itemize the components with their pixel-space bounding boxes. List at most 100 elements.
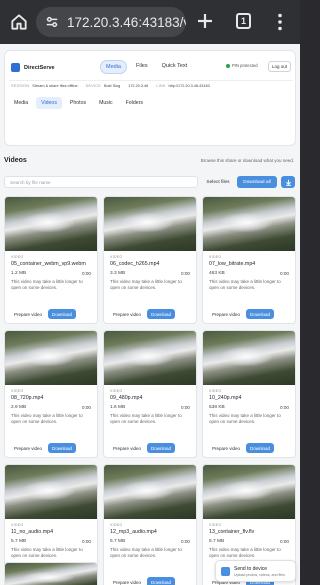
session-value: Stream & share files offline: [32, 84, 78, 88]
nav-files[interactable]: Files: [131, 60, 153, 74]
file-size: 1.6 MB: [110, 405, 126, 410]
file-size: 1.2 MB: [11, 271, 27, 276]
app-header: DirectServe Media Files Quick Text PIN p…: [4, 50, 296, 146]
file-name: 05_container_webm_vp9.webm: [11, 261, 86, 267]
type-badge: VIDEO: [11, 255, 24, 259]
file-note: This video may take a little longer to o…: [11, 279, 83, 290]
download-button[interactable]: Download: [147, 309, 175, 319]
tab-photos[interactable]: Photos: [65, 97, 91, 109]
download-button[interactable]: Download: [48, 443, 76, 453]
prepare-video-button[interactable]: Prepare video: [110, 577, 144, 585]
file-name: 09_480p.mp4: [110, 395, 143, 401]
file-note: This video may take a little longer to o…: [209, 547, 281, 558]
tab-switcher-button[interactable]: 1: [236, 13, 251, 29]
nav-quick-text[interactable]: Quick Text: [157, 60, 193, 74]
brand-name: DirectServe: [24, 64, 55, 71]
file-size: 538 KB: [209, 405, 225, 410]
type-badge: VIDEO: [11, 523, 24, 527]
type-badge: VIDEO: [209, 523, 222, 527]
file-duration: 0:00: [280, 405, 289, 410]
file-name: 06_codec_h265.mp4: [110, 261, 160, 267]
video-thumbnail[interactable]: [203, 331, 295, 385]
session-meta: SESSION Stream & share files offline DEV…: [11, 84, 295, 88]
file-duration: 0:00: [82, 539, 91, 544]
video-thumbnail[interactable]: [104, 197, 196, 251]
video-card: VIDEO 08_720p.mp4 2.9 MB 0:00 This video…: [4, 330, 98, 458]
nav-media[interactable]: Media: [100, 60, 127, 74]
prepare-video-button[interactable]: Prepare video: [11, 443, 45, 453]
video-grid: VIDEO 05_container_webm_vp9.webm 1.2 MB …: [4, 196, 296, 585]
tab-media[interactable]: Media: [9, 97, 33, 109]
new-tab-icon[interactable]: [196, 12, 214, 30]
device-value: Bold Slug: [103, 84, 121, 88]
link-label: LINK: [156, 84, 166, 88]
file-duration: 0:00: [181, 539, 190, 544]
media-subtabs: Media Videos Photos Music Folders: [9, 97, 148, 109]
download-all-button[interactable]: Download all: [237, 176, 277, 188]
file-name: 11_no_audio.mp4: [11, 529, 54, 535]
type-badge: VIDEO: [209, 389, 222, 393]
file-duration: 0:00: [181, 271, 190, 276]
video-thumbnail[interactable]: [104, 331, 196, 385]
pin-status-text: PIN protected: [232, 63, 258, 68]
file-note: This video may take a little longer to o…: [110, 413, 182, 424]
main-nav: Media Files Quick Text: [100, 60, 192, 74]
more-options-icon[interactable]: [278, 13, 282, 31]
logout-button[interactable]: Log out: [268, 61, 292, 72]
download-button[interactable]: Download: [246, 443, 274, 453]
tab-videos[interactable]: Videos: [36, 97, 62, 109]
page-content: DirectServe Media Files Quick Text PIN p…: [0, 44, 300, 585]
video-thumbnail[interactable]: [5, 197, 97, 251]
video-thumbnail[interactable]: [5, 465, 97, 519]
video-thumbnail[interactable]: [5, 331, 97, 385]
prepare-video-button[interactable]: Prepare video: [110, 443, 144, 453]
file-size: 3.3 MB: [110, 271, 126, 276]
video-card: VIDEO 05_container_webm_vp9.webm 1.2 MB …: [4, 196, 98, 324]
file-duration: 0:00: [82, 271, 91, 276]
video-card: VIDEO 07_low_bitrate.mp4 463 KB 0:00 Thi…: [202, 196, 296, 324]
site-settings-icon[interactable]: [45, 15, 59, 29]
download-button[interactable]: Download: [246, 309, 274, 319]
file-name: 13_container_flv.flv: [209, 529, 255, 535]
video-thumbnail[interactable]: [203, 197, 295, 251]
tab-folders[interactable]: Folders: [121, 97, 148, 109]
browser-toolbar: 172.20.3.46:43183/vic 1: [0, 0, 300, 44]
video-card: VIDEO 12_mp3_audio.mp4 5.7 MB 0:00 This …: [103, 464, 197, 585]
prepare-video-button[interactable]: Prepare video: [11, 309, 45, 319]
file-name: 12_mp3_audio.mp4: [110, 529, 157, 535]
video-card: VIDEO 06_codec_h265.mp4 3.3 MB 0:00 This…: [103, 196, 197, 324]
video-thumbnail[interactable]: [104, 465, 196, 519]
prepare-video-button[interactable]: Prepare video: [110, 309, 144, 319]
prepare-video-button[interactable]: Prepare video: [209, 309, 243, 319]
video-thumbnail[interactable]: [5, 563, 97, 585]
tab-music[interactable]: Music: [94, 97, 118, 109]
file-duration: 0:00: [181, 405, 190, 410]
search-input[interactable]: Search by file name: [4, 176, 198, 188]
download-button[interactable]: Download: [48, 309, 76, 319]
prepare-video-button[interactable]: Prepare video: [209, 443, 243, 453]
video-thumbnail[interactable]: [203, 465, 295, 519]
file-size: 463 KB: [209, 271, 225, 276]
divider: [9, 80, 293, 81]
ip-value: 172.20.3.46: [128, 84, 149, 88]
logo-icon: [11, 63, 20, 72]
type-badge: VIDEO: [110, 389, 123, 393]
link-value[interactable]: http://172.20.3.46:43183: [169, 84, 210, 88]
select-files-button[interactable]: Select files: [204, 176, 232, 188]
file-note: This video may take a little longer to o…: [110, 279, 182, 290]
download-icon[interactable]: [281, 176, 295, 188]
status-dot-icon: [226, 63, 230, 68]
download-button[interactable]: Download: [147, 577, 175, 585]
brand[interactable]: DirectServe: [11, 63, 55, 72]
send-to-device-button[interactable]: Send to device Upload photos, videos, an…: [215, 560, 296, 582]
home-icon[interactable]: [9, 12, 29, 32]
url-text: 172.20.3.46:43183/vic: [67, 14, 186, 30]
file-duration: 0:00: [280, 271, 289, 276]
address-bar[interactable]: 172.20.3.46:43183/vic: [36, 7, 186, 37]
download-button[interactable]: Download: [147, 443, 175, 453]
file-duration: 0:00: [82, 405, 91, 410]
type-badge: VIDEO: [11, 389, 24, 393]
file-note: This video may take a little longer to o…: [11, 413, 83, 424]
video-card-partial: [4, 562, 98, 585]
file-duration: 0:00: [280, 539, 289, 544]
